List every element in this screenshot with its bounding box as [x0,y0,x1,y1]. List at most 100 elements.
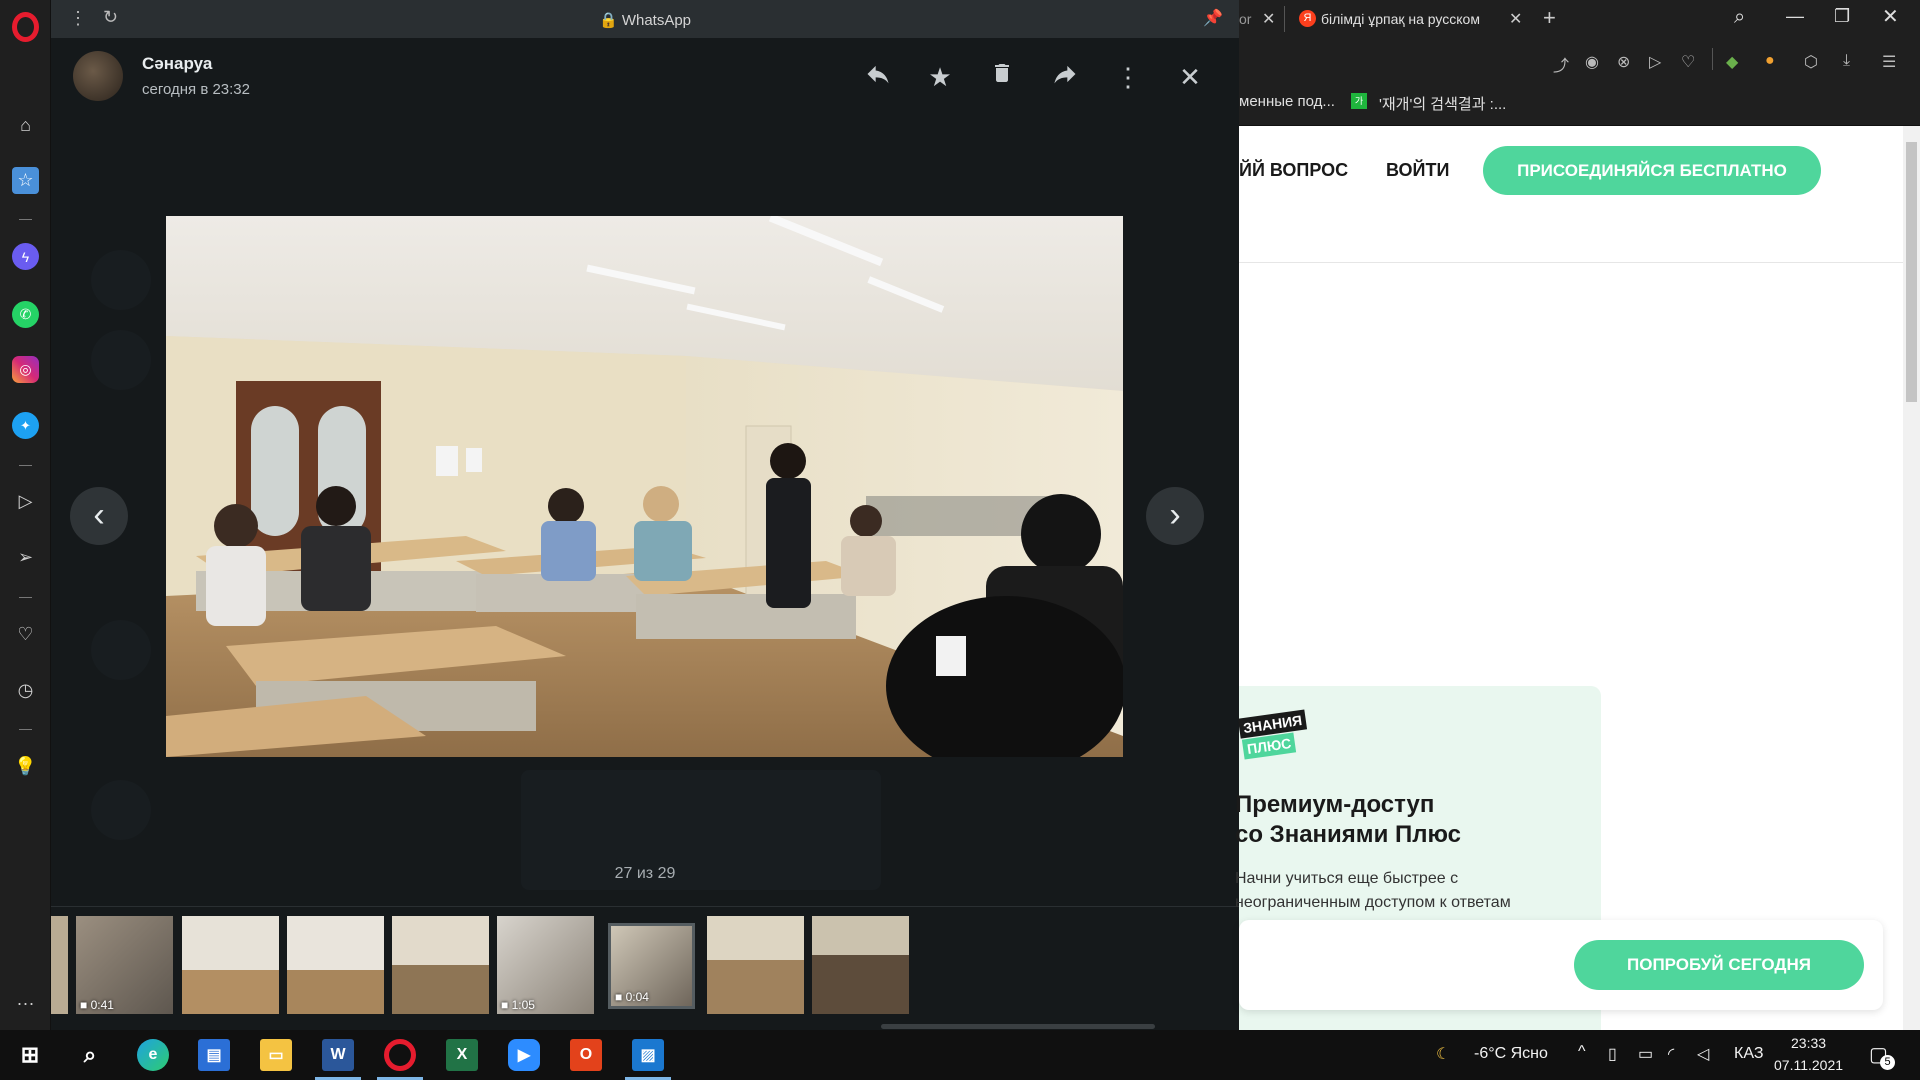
tab-fragment[interactable]: or [1239,11,1251,27]
send-toolbar-icon[interactable]: ▷ [1649,52,1661,72]
search-taskbar-icon[interactable]: ⌕ [74,1039,106,1071]
word-icon[interactable]: W [322,1039,354,1071]
restore-icon[interactable]: ❐ [1834,6,1850,27]
windows-start-icon[interactable]: ⊞ [14,1039,46,1071]
thumbnail[interactable] [182,916,279,1014]
media-photo [166,216,1123,757]
store-icon[interactable]: ▤ [198,1039,230,1071]
extension-cube-icon[interactable]: ◆ [1726,52,1738,72]
speed-dial-icon[interactable]: ☆ [12,167,39,194]
tab-close-icon[interactable]: ✕ [1509,9,1522,29]
player-icon[interactable]: ▷ [12,488,39,515]
thumbnail[interactable]: ■ 1:05 [497,916,594,1014]
window-close-icon[interactable]: ✕ [1882,4,1899,29]
login-link[interactable]: ВОЙТИ [1386,160,1449,181]
popup-titlebar: ⋮ ↻ 🔒 WhatsApp 📌 [51,0,1239,38]
whatsapp-icon[interactable]: ✆ [12,301,39,328]
messenger-icon[interactable]: ϟ [12,243,39,270]
instagram-icon[interactable]: ◎ [12,356,39,383]
photos-icon[interactable]: ▨ [632,1039,664,1071]
camera-icon[interactable]: ◉ [1585,52,1599,72]
promo-text: Начни учиться еще быстрее с неограниченн… [1235,870,1511,911]
more-icon[interactable]: ⋮ [1111,60,1145,94]
video-duration: ■ 1:05 [501,998,535,1012]
close-icon[interactable]: ✕ [1173,60,1207,94]
sender-name: Сәнаруа [142,54,213,73]
minimize-icon[interactable]: — [1786,6,1804,27]
thumbnail[interactable] [392,916,489,1014]
thumbnail[interactable] [812,916,909,1014]
favorites-icon[interactable]: ♡ [1681,52,1695,72]
new-tab-icon[interactable]: + [1543,5,1556,31]
promo-title: Премиум-доступ со Знаниями Плюс [1235,791,1462,848]
office-icon[interactable]: O [570,1039,602,1071]
next-media-button[interactable]: › [1146,487,1204,545]
page-scrollbar[interactable] [1903,126,1920,1030]
forward-icon[interactable] [1048,60,1082,94]
previous-media-button[interactable]: ‹ [70,487,128,545]
download-icon[interactable]: ⤓ [1843,52,1850,70]
weather[interactable]: -6°C Ясно [1474,1045,1548,1063]
extension-box-icon[interactable]: ⬡ [1804,52,1818,72]
thumbnail[interactable] [707,916,804,1014]
language-indicator[interactable]: КАЗ [1734,1045,1763,1063]
popup-title: 🔒 WhatsApp [598,12,692,29]
ask-question-link[interactable]: ЙЙ ВОПРОС [1239,160,1348,181]
settings-menu-icon[interactable]: ☰ [1882,52,1896,72]
bookmark-1[interactable]: менные под... [1239,93,1335,110]
volume-icon[interactable]: ◁ [1697,1044,1709,1064]
pin-icon[interactable]: 📌 [1203,8,1223,28]
more-sidebar-icon[interactable]: ··· [12,990,39,1017]
windows-taskbar: ⊞ ⌕ e ▤ ▭ W X ▶ O ▨ ☾ -6°C Ясно ^ ▯ ▭ ◜ … [0,1030,1920,1080]
tray-device-icon[interactable]: ▯ [1608,1044,1617,1064]
thumbnail[interactable] [51,916,68,1014]
star-icon[interactable]: ★ [923,60,957,94]
lightbulb-icon[interactable]: 💡 [12,753,39,780]
send-icon[interactable]: ➢ [12,544,39,571]
thumbnail-active[interactable]: ■ 0:04 [608,923,695,1009]
thumbnail[interactable]: ■ 0:41 [76,916,173,1014]
bookmark-favicon-icon: 가 [1351,93,1367,109]
tray-chevron-icon[interactable]: ^ [1578,1043,1586,1061]
delete-icon[interactable] [985,60,1019,94]
video-duration: ■ 0:41 [80,998,114,1012]
notification-count: 5 [1880,1055,1895,1070]
thumbnail-strip: ■ 0:41 ■ 1:05 ■ 0:04 [51,916,1239,1016]
znaniya-plus-logo: ЗНАНИЯ ПЛЮС [1237,709,1308,762]
opera-sidebar: ⌂ ☆ ϟ ✆ ◎ ✦ ▷ ➢ ♡ ◷ 💡 ··· [0,0,51,1030]
file-explorer-icon[interactable]: ▭ [260,1039,292,1071]
reply-icon[interactable] [861,60,895,94]
tab-close-icon[interactable]: ✕ [1262,9,1275,29]
clock-date[interactable]: 07.11.2021 [1774,1057,1843,1073]
avatar[interactable] [73,51,123,101]
search-icon[interactable]: ⌕ [1734,6,1745,29]
excel-icon[interactable]: X [446,1039,478,1071]
media-counter: 27 из 29 [614,865,676,882]
adblock-icon[interactable]: ⊗ [1617,52,1630,72]
wifi-icon[interactable]: ◜ [1668,1044,1674,1064]
opera-logo-icon[interactable] [12,12,39,42]
zoom-icon[interactable]: ▶ [508,1039,540,1071]
battery-icon[interactable]: ▭ [1638,1044,1653,1064]
thumbnail-scrollbar[interactable] [881,1024,1155,1029]
viewer-header: Сәнаруа сегодня в 23:32 ★ ⋮ ✕ [51,38,1239,112]
heart-icon[interactable]: ♡ [12,621,39,648]
join-free-button[interactable]: ПРИСОЕДИНЯЙСЯ БЕСПЛАТНО [1483,146,1821,195]
try-today-button[interactable]: ПОПРОБУЙ СЕГОДНЯ [1574,940,1864,990]
active-tab-label[interactable]: білімді ұрпақ на русском [1321,11,1481,27]
twitter-icon[interactable]: ✦ [12,412,39,439]
home-icon[interactable]: ⌂ [12,112,39,139]
whatsapp-popup: ⋮ ↻ 🔒 WhatsApp 📌 Сәнаруа сегодня в 23:32… [51,0,1239,1030]
video-duration: ■ 0:04 [615,990,649,1004]
yandex-icon: Я [1299,10,1316,27]
history-icon[interactable]: ◷ [12,677,39,704]
bookmark-2[interactable]: '재개'의 검색결과 :... [1379,93,1506,114]
extension-avatar-icon[interactable]: ● [1765,52,1775,70]
moon-icon: ☾ [1436,1046,1451,1063]
clock-time[interactable]: 23:33 [1791,1035,1826,1051]
opera-taskbar-icon[interactable] [384,1039,416,1071]
snapshot-icon[interactable]: ⤴ [1553,52,1569,76]
edge-icon[interactable]: e [137,1039,169,1071]
browser-toolbar: ⤴ ◉ ⊗ ▷ ♡ ◆ ● ⬡ ⤓ ☰ менные под... 가 '재개'… [1239,38,1920,126]
thumbnail[interactable] [287,916,384,1014]
